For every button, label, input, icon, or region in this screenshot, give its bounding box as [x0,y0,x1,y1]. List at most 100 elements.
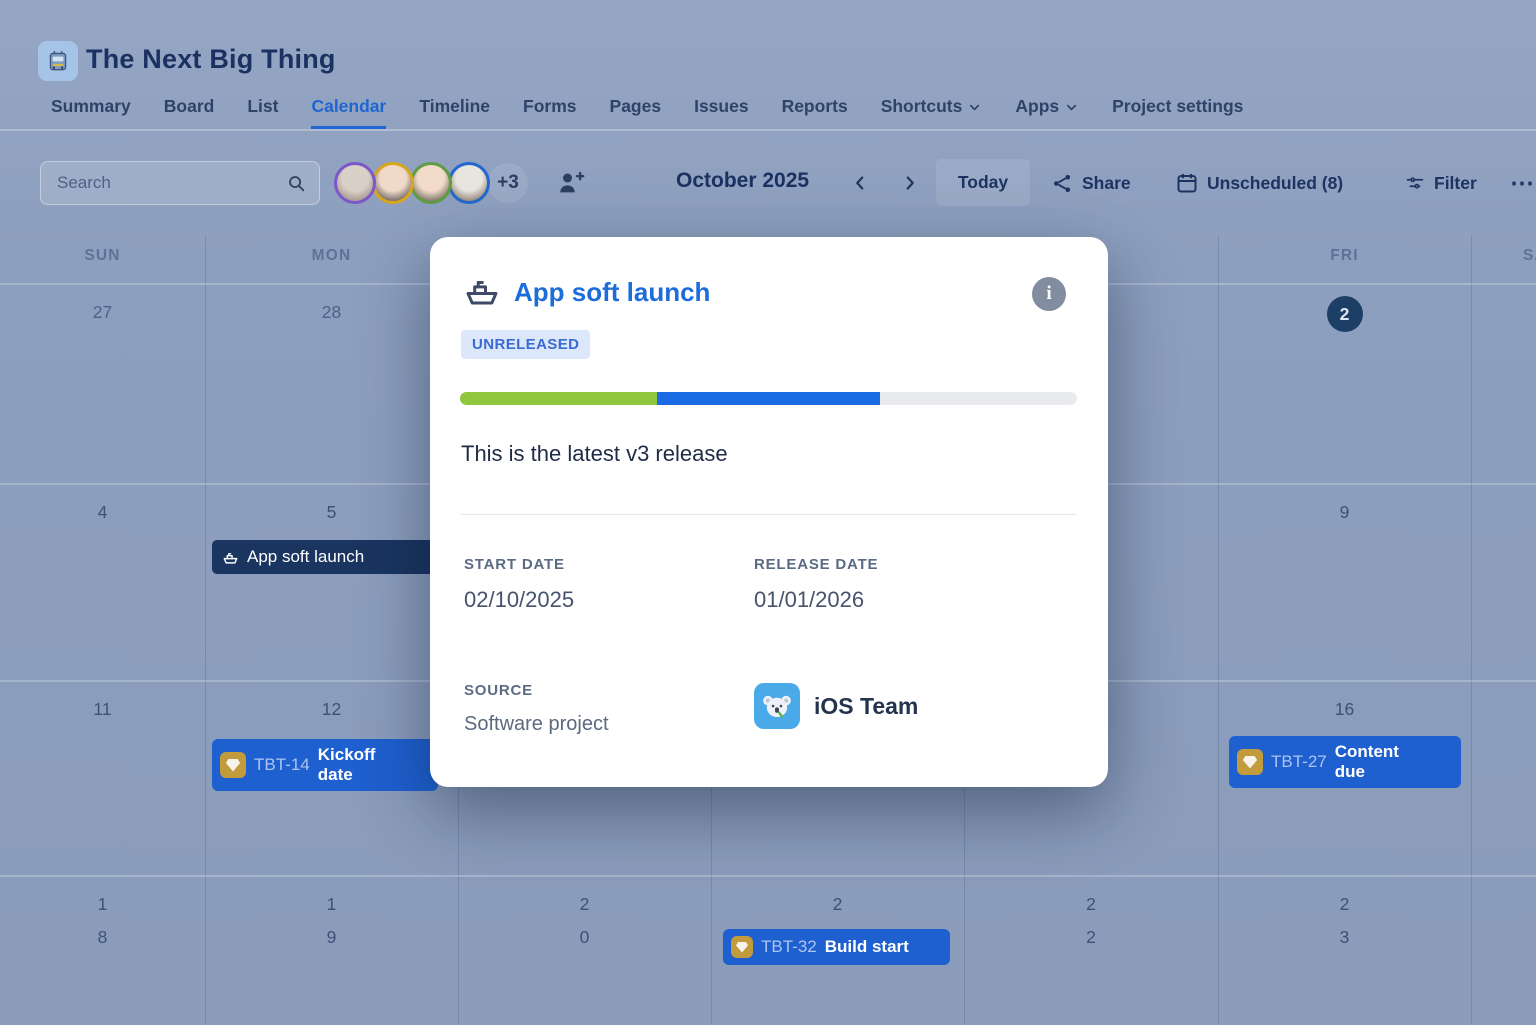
calendar-date: 1 8 [0,888,205,954]
grid-line-horizontal [0,875,1536,877]
tab-list[interactable]: List [247,96,278,129]
tab-label: Summary [51,96,131,117]
gem-glyph [226,759,240,772]
popup-divider [461,514,1077,515]
next-month-button[interactable] [895,168,925,198]
avatar[interactable] [410,162,452,204]
today-date-badge[interactable]: 2 [1327,296,1363,332]
calendar-date: 27 [0,296,205,329]
more-button[interactable]: ⋯ [1510,166,1535,200]
calendar-date: 2 0 [458,888,711,954]
tab-label: List [247,96,278,117]
calendar-date: 12 [205,693,458,726]
info-icon: i [1046,283,1051,305]
tab-label: Issues [694,96,748,117]
gem-icon [220,752,246,778]
gem-glyph [736,942,748,953]
avatar-overflow-count[interactable]: +3 [488,163,528,203]
calendar-page: The Next Big Thing SummaryBoardListCalen… [0,0,1536,1025]
calendar-date: 9 [1218,496,1471,529]
tab-label: Forms [523,96,576,117]
tab-timeline[interactable]: Timeline [419,96,490,129]
progress-done-segment [460,392,657,405]
release-details-popup: App soft launch i UNRELEASED This is the… [430,237,1108,787]
chevron-left-icon [849,172,871,194]
avatar[interactable] [448,162,490,204]
tab-calendar[interactable]: Calendar [311,96,386,129]
calendar-date: 2 [1218,296,1471,332]
share-label: Share [1082,173,1131,194]
tab-label: Shortcuts [881,96,963,117]
tab-bar-divider [0,129,1536,131]
issue-key: TBT-27 [1271,752,1327,772]
calendar-event-tbt-27[interactable]: TBT-27 Content due [1229,736,1461,788]
release-date-value: 01/01/2026 [754,587,864,613]
event-label: Content due [1335,742,1419,781]
avatar[interactable] [372,162,414,204]
filter-label: Filter [1434,173,1477,194]
avatar[interactable] [334,162,376,204]
tab-project-settings[interactable]: Project settings [1112,96,1243,129]
tab-label: Board [164,96,215,117]
chevron-down-icon [1064,100,1079,115]
search-input[interactable] [55,172,285,194]
status-badge: UNRELEASED [461,330,590,359]
unscheduled-label: Unscheduled (8) [1207,173,1343,194]
source-value: Software project [464,713,609,736]
tab-summary[interactable]: Summary [51,96,131,129]
ship-icon [461,272,503,310]
event-label: App soft launch [247,547,364,567]
event-label: Build start [825,937,909,957]
tab-reports[interactable]: Reports [782,96,848,129]
calendar-date: 1 9 [205,888,458,954]
tab-label: Timeline [419,96,490,117]
add-person-button[interactable] [551,166,589,200]
gem-glyph [1243,756,1257,769]
gem-icon [1237,749,1263,775]
calendar-date: 4 [0,496,205,529]
calendar-icon [1175,171,1199,195]
progress-inprogress-segment [657,392,879,405]
team-name: iOS Team [814,693,918,720]
grid-line-vertical [1471,236,1472,1025]
calendar-date: 2 3 [1218,888,1471,954]
tab-forms[interactable]: Forms [523,96,576,129]
calendar-event-tbt-14[interactable]: TBT-14 Kickoff date [212,739,438,791]
issue-key: TBT-32 [761,937,817,957]
tab-board[interactable]: Board [164,96,215,129]
tab-shortcuts[interactable]: Shortcuts [881,96,983,129]
tab-label: Project settings [1112,96,1243,117]
release-title: App soft launch [514,277,710,308]
chevron-down-icon [967,100,982,115]
koala-icon [760,689,794,723]
info-button[interactable]: i [1032,277,1066,311]
tab-issues[interactable]: Issues [694,96,748,129]
share-icon [1051,172,1074,195]
calendar-date: 11 [0,693,205,726]
tab-bar: Summary Board List Calendar Timeline Forms Pag… [51,96,1243,129]
tab-pages[interactable]: Pages [610,96,662,129]
release-date-label: RELEASE DATE [754,556,878,573]
release-progress-bar [460,392,1077,405]
unscheduled-button[interactable]: Unscheduled (8) [1175,166,1343,200]
share-button[interactable]: Share [1051,166,1131,200]
day-header-sun: SUN [0,247,205,265]
day-header-fri: FRI [1218,247,1471,265]
tab-label: Reports [782,96,848,117]
release-description: This is the latest v3 release [461,441,728,467]
filter-button[interactable]: Filter [1404,166,1477,200]
issue-key: TBT-14 [254,755,310,775]
tab-apps[interactable]: Apps [1015,96,1079,129]
previous-month-button[interactable] [845,168,875,198]
month-label: October 2025 [676,169,809,193]
today-button[interactable]: Today [936,159,1030,206]
calendar-date: 2 2 [964,888,1218,954]
chevron-right-icon [899,172,921,194]
event-label: Kickoff date [318,745,402,784]
day-header-sat: SAT [1523,247,1536,265]
calendar-event-tbt-32[interactable]: TBT-32 Build start [723,929,950,965]
search-box[interactable] [40,161,320,205]
tab-label: Apps [1015,96,1059,117]
bus-icon [45,48,71,74]
start-date-value: 02/10/2025 [464,587,574,613]
